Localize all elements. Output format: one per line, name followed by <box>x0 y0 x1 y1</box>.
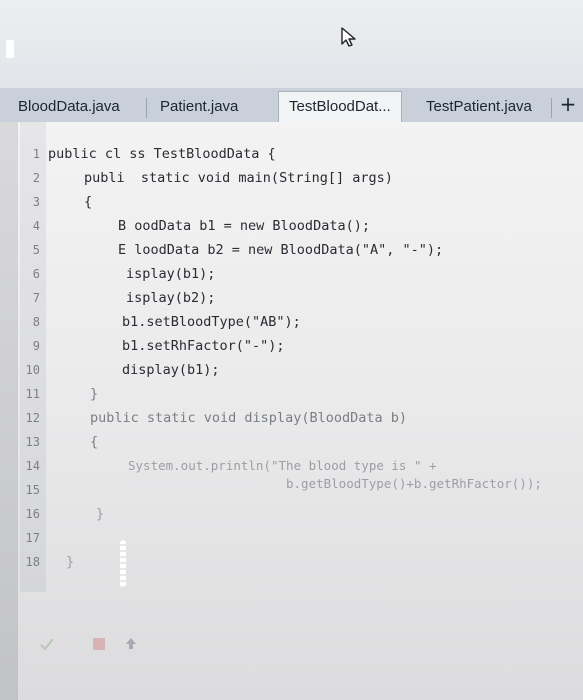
line-number: 13 <box>25 435 40 449</box>
code-line: isplay(b2); <box>126 290 216 306</box>
line-number: 2 <box>32 171 40 185</box>
line-number: 10 <box>25 363 40 377</box>
code-editor[interactable]: 1 2 3 4 5 6 7 8 9 10 11 12 13 14 15 16 1… <box>0 122 583 700</box>
tab-separator <box>146 98 147 118</box>
upload-icon <box>126 638 136 649</box>
editor-left-strip <box>0 122 18 700</box>
line-number: 15 <box>25 483 40 497</box>
tab-separator <box>551 98 552 118</box>
code-line: } <box>66 554 75 570</box>
line-number: 11 <box>25 387 40 401</box>
code-line: b1.setRhFactor("-"); <box>122 338 285 354</box>
check-icon <box>40 638 54 651</box>
code-line: } <box>96 506 105 522</box>
code-line: public static void display(BloodData b) <box>90 410 407 426</box>
line-number: 4 <box>32 219 40 233</box>
add-tab-button[interactable]: + <box>558 92 578 116</box>
code-line: b1.setBloodType("AB"); <box>122 314 301 330</box>
tab-testpatient-java[interactable]: TestPatient.java <box>416 93 542 121</box>
tab-patient-java[interactable]: Patient.java <box>150 93 248 121</box>
line-number: 18 <box>25 555 40 569</box>
code-line: B oodData b1 = new BloodData(); <box>118 218 370 234</box>
line-number: 5 <box>32 243 40 257</box>
line-number: 1 <box>32 147 40 161</box>
editor-bottom-area <box>0 625 583 665</box>
code-line: } <box>90 386 99 402</box>
error-icon <box>93 638 105 650</box>
line-number: 7 <box>32 291 40 305</box>
code-line: { <box>84 194 93 210</box>
mouse-cursor-icon <box>341 27 356 47</box>
line-number: 12 <box>25 411 40 425</box>
tab-testblooddata-java[interactable]: TestBloodDat... <box>278 91 402 123</box>
window-edge-marker <box>6 40 14 58</box>
code-line: isplay(b1); <box>126 266 216 282</box>
line-number: 8 <box>32 315 40 329</box>
code-line: public cl ss TestBloodData { <box>48 146 276 162</box>
line-number: 6 <box>32 267 40 281</box>
text-cursor <box>120 540 126 588</box>
line-number: 16 <box>25 507 40 521</box>
line-number: 3 <box>32 195 40 209</box>
code-line: { <box>90 434 99 450</box>
code-line: display(b1); <box>122 362 220 378</box>
tab-blooddata-java[interactable]: BloodData.java <box>8 93 130 121</box>
code-line: b.getBloodType()+b.getRhFactor()); <box>286 476 542 491</box>
line-number: 14 <box>25 459 40 473</box>
code-line: E loodData b2 = new BloodData("A", "-"); <box>118 242 444 258</box>
photo-background <box>0 0 583 88</box>
editor-tab-bar: BloodData.java Patient.java TestBloodDat… <box>0 88 583 123</box>
line-number: 17 <box>25 531 40 545</box>
line-number: 9 <box>32 339 40 353</box>
code-line: publi static void main(String[] args) <box>84 170 393 186</box>
